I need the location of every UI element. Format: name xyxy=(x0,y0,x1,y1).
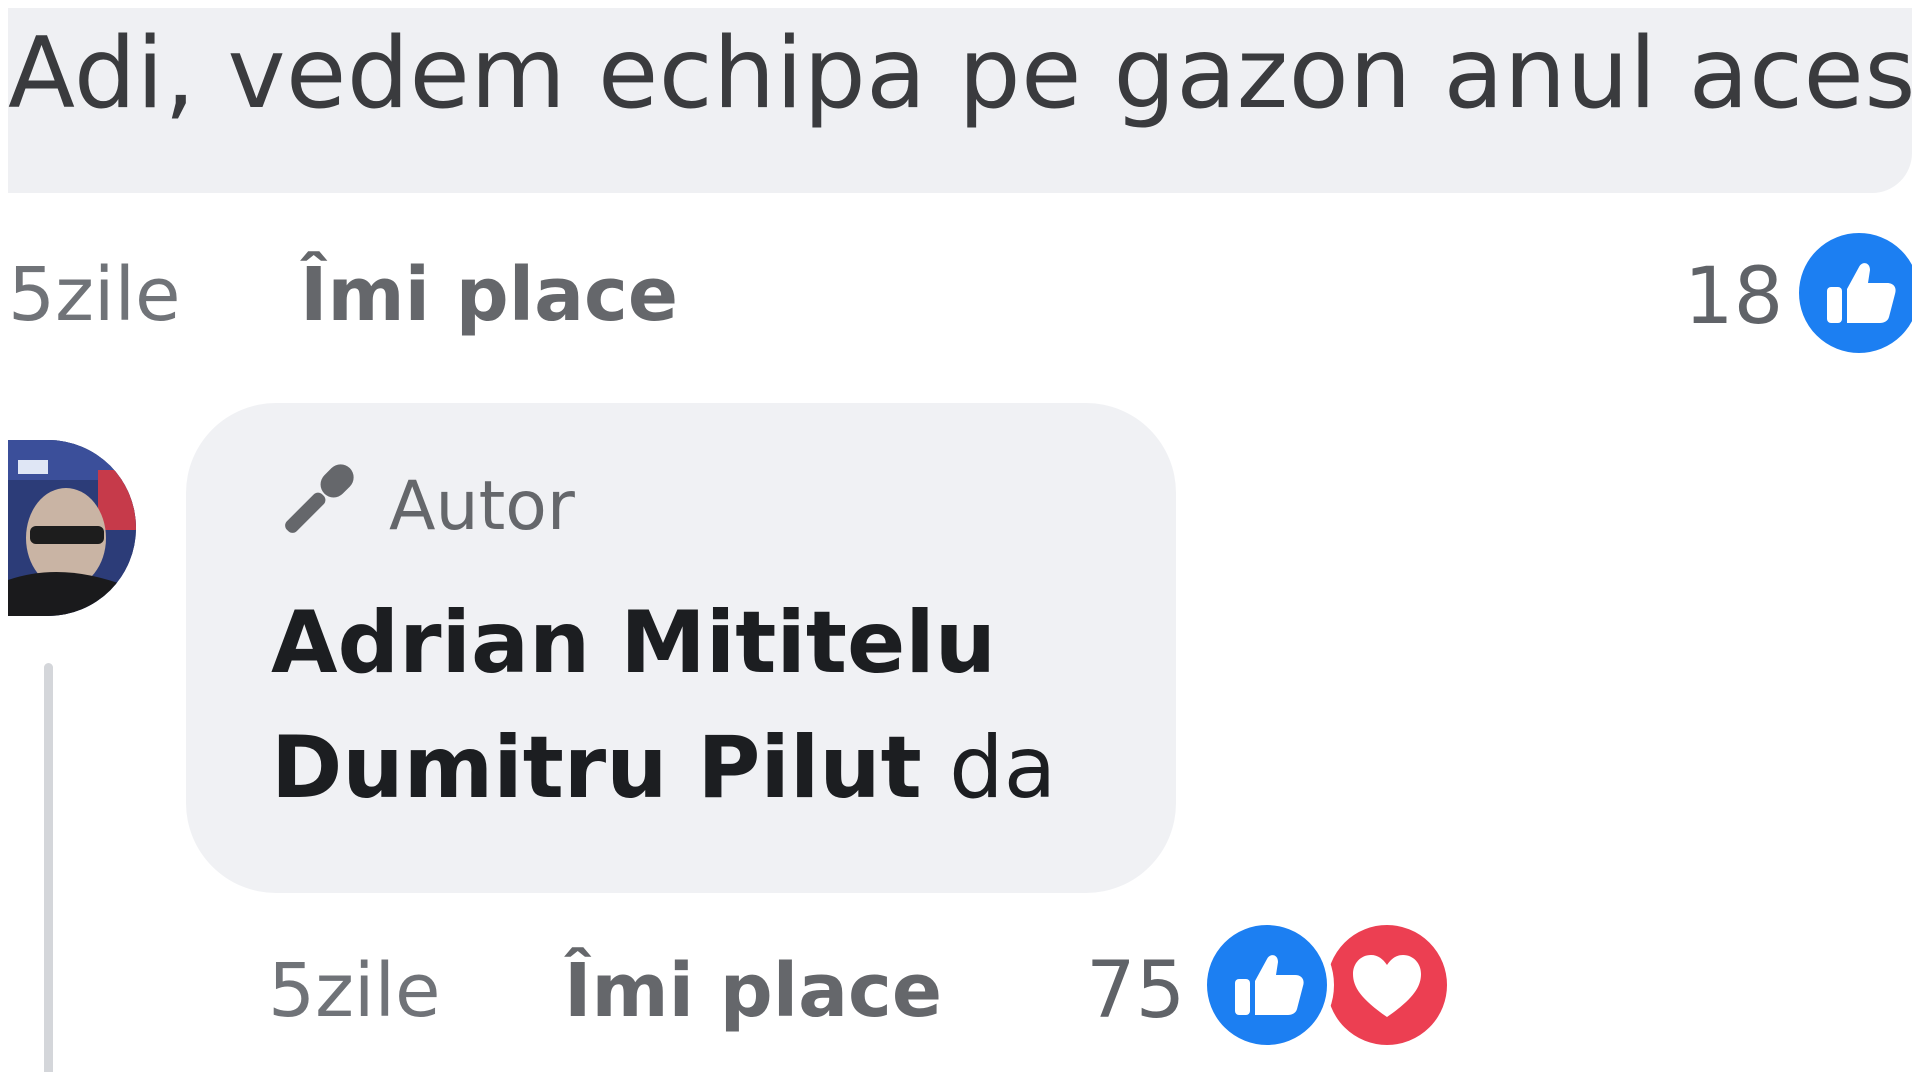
reply-message: da xyxy=(949,718,1057,818)
microphone-icon xyxy=(285,464,354,533)
comments-panel: Adi, vedem echipa pe gazon anul acesta 5… xyxy=(8,8,1912,1072)
reply-like-icon[interactable] xyxy=(1200,918,1334,1052)
reply-author-name[interactable]: Adrian Mititelu xyxy=(271,588,996,698)
reaction-count[interactable]: 18 xyxy=(1684,252,1783,342)
reply-reaction-count[interactable]: 75 xyxy=(1086,946,1185,1036)
thread-line xyxy=(44,663,53,1072)
comment-text: Adi, vedem echipa pe gazon anul acesta xyxy=(8,17,1912,131)
like-icon[interactable] xyxy=(1792,226,1912,360)
like-button[interactable]: Îmi place xyxy=(300,250,678,340)
comment-timestamp[interactable]: 5zile xyxy=(8,250,181,340)
mention-link[interactable]: Dumitru Pilut xyxy=(271,718,922,818)
author-badge-label: Autor xyxy=(389,467,575,546)
avatar[interactable] xyxy=(8,440,136,616)
reply-timestamp[interactable]: 5zile xyxy=(268,946,441,1036)
heart-icon[interactable] xyxy=(1320,918,1454,1052)
reply-bubble: Autor Adrian Mititelu Dumitru Pilut da xyxy=(186,403,1176,893)
reply-like-button[interactable]: Îmi place xyxy=(564,946,942,1036)
reply-text: Dumitru Pilut da xyxy=(271,713,1056,823)
